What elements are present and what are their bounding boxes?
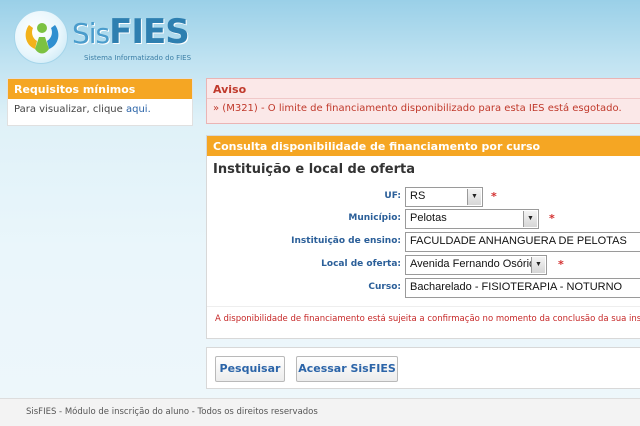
- local-select[interactable]: Avenida Fernando Osório ▼: [405, 255, 547, 275]
- sisfies-logo[interactable]: SisFIES Sistema Informatizado do FIES: [12, 8, 212, 68]
- uf-select[interactable]: RS ▼: [405, 187, 483, 207]
- required-mark: *: [491, 190, 497, 203]
- municipio-select[interactable]: Pelotas ▼: [405, 209, 539, 229]
- municipio-label: Município:: [348, 213, 401, 223]
- logo-wordmark: SisFIES: [72, 12, 190, 52]
- chevron-down-icon: ▼: [531, 257, 545, 273]
- local-row: Local de oferta: Avenida Fernando Osório…: [207, 254, 640, 276]
- course-query-title: Consulta disponibilidade de financiament…: [207, 136, 640, 156]
- requirements-text: Para visualizar, clique aqui.: [8, 99, 192, 120]
- curso-label: Curso:: [368, 282, 401, 292]
- municipio-row: Município: Pelotas ▼ *: [207, 208, 640, 230]
- access-sisfies-button[interactable]: Acessar SisFIES: [296, 356, 398, 382]
- search-button[interactable]: Pesquisar: [215, 356, 285, 382]
- instituicao-label: Instituição de ensino:: [291, 236, 401, 246]
- footer-text: SisFIES - Módulo de inscrição do aluno -…: [26, 407, 318, 417]
- local-label: Local de oferta:: [321, 259, 401, 269]
- notice-panel: Aviso » (M321) - O limite de financiamen…: [206, 78, 640, 124]
- requirements-link[interactable]: aqui.: [126, 104, 151, 115]
- curso-row: Curso: Bacharelado - FISIOTERAPIA - NOTU…: [207, 277, 640, 299]
- chevron-down-icon: ▼: [467, 189, 481, 205]
- requirements-label: Para visualizar, clique: [14, 104, 126, 115]
- logo-subtitle: Sistema Informatizado do FIES: [84, 54, 192, 62]
- course-query-panel: Consulta disponibilidade de financiament…: [206, 135, 640, 339]
- instituicao-row: Instituição de ensino: FACULDADE ANHANGU…: [207, 231, 640, 253]
- notice-message: » (M321) - O limite de financiamento dis…: [213, 103, 622, 114]
- logo-emblem-icon: [14, 10, 68, 64]
- uf-label: UF:: [384, 191, 401, 201]
- required-mark: *: [558, 258, 564, 271]
- notice-title: Aviso: [207, 79, 640, 99]
- instituicao-field[interactable]: FACULDADE ANHANGUERA DE PELOTAS: [405, 232, 640, 252]
- chevron-down-icon: ▼: [523, 211, 537, 227]
- curso-field[interactable]: Bacharelado - FISIOTERAPIA - NOTURNO: [405, 278, 640, 298]
- requirements-panel: Requisitos mínimos Para visualizar, cliq…: [7, 78, 193, 126]
- uf-row: UF: RS ▼ *: [207, 186, 640, 208]
- required-mark: *: [549, 212, 555, 225]
- actions-bar: Pesquisar Acessar SisFIES: [206, 347, 640, 389]
- divider: [207, 306, 640, 307]
- section-title: Instituição e local de oferta: [213, 162, 416, 177]
- footer: SisFIES - Módulo de inscrição do aluno -…: [0, 398, 640, 426]
- requirements-title: Requisitos mínimos: [8, 79, 192, 99]
- availability-warning: A disponibilidade de financiamento está …: [215, 314, 640, 324]
